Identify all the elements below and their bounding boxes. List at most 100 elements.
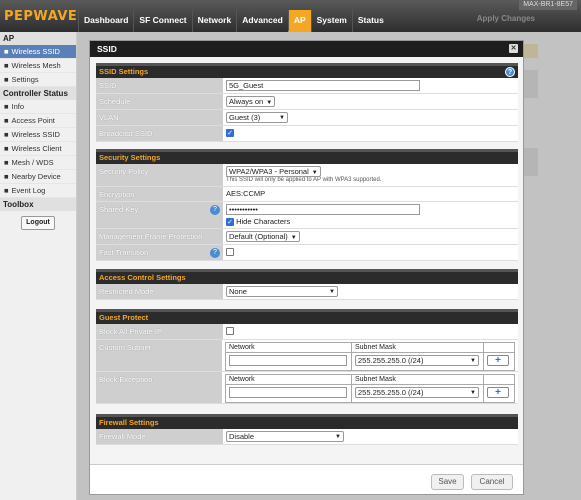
close-icon[interactable]: ✕ xyxy=(509,44,518,53)
cancel-button[interactable]: Cancel xyxy=(471,474,513,490)
restricted-mode-label: Restricted Mode xyxy=(96,284,223,299)
chevron-down-icon: ▼ xyxy=(335,434,341,440)
firewall-mode-select[interactable]: Disable ▼ xyxy=(226,431,344,442)
block-exception-table: Network Subnet Mask 255.255.255.0 (/24) ▼… xyxy=(225,374,515,403)
sidebar-item-nearby-device[interactable]: ■ Nearby Device xyxy=(0,170,76,184)
top-header: PEPWAVE MAX-BR1-8E57 Dashboard SF Connec… xyxy=(0,0,581,32)
guest-protect-section: Guest Protect Block All Private IP Custo… xyxy=(96,309,518,404)
help-icon[interactable]: ? xyxy=(210,248,220,258)
sidebar-item-wireless-client[interactable]: ■ Wireless Client xyxy=(0,142,76,156)
shared-key-row: Shared Key? ••••••••••• ✓ Hide Character… xyxy=(96,202,518,229)
save-button[interactable]: Save xyxy=(431,474,464,490)
sidebar-item-access-point[interactable]: ■ Access Point xyxy=(0,114,76,128)
logout-button[interactable]: Logout xyxy=(21,216,55,230)
chevron-down-icon: ▼ xyxy=(311,170,318,176)
add-exception-button[interactable]: + xyxy=(487,387,509,398)
nav-system[interactable]: System xyxy=(310,10,352,32)
broadcast-ssid-checkbox[interactable]: ✓ xyxy=(226,129,234,138)
firewall-mode-label: Firewall Mode xyxy=(96,429,223,444)
restricted-mode-select[interactable]: None ▼ xyxy=(226,286,338,297)
apply-changes-button[interactable]: Apply Changes xyxy=(477,14,535,23)
schedule-select[interactable]: Always on ▼ xyxy=(226,96,276,107)
broadcast-row: Broadcast SSID ✓ xyxy=(96,126,518,142)
col-subnet-mask: Subnet Mask xyxy=(352,343,483,353)
main-nav: Dashboard SF Connect Network Advanced AP… xyxy=(78,10,389,32)
sidebar: AP ■ Wireless SSID ■ Wireless Mesh ■ Settin… xyxy=(0,32,77,500)
sidebar-item-wireless-ssid[interactable]: ■ Wireless SSID xyxy=(0,45,76,59)
sidebar-head-ap: AP xyxy=(0,32,76,45)
hide-characters-checkbox[interactable]: ✓ xyxy=(226,218,234,227)
col-network: Network xyxy=(226,375,351,385)
chevron-down-icon: ▼ xyxy=(279,115,285,121)
ssid-input[interactable]: 5G_Guest xyxy=(226,80,420,91)
section-heading: Security Settings xyxy=(96,149,518,164)
schedule-row: Schedule Always on ▼ xyxy=(96,94,518,110)
block-exception-row: Block Exception Network Subnet Mask 255.… xyxy=(96,372,518,404)
nav-sf-connect[interactable]: SF Connect xyxy=(133,10,191,32)
exception-mask-select[interactable]: 255.255.255.0 (/24) ▼ xyxy=(355,387,479,398)
custom-subnet-row: Custom Subnet Network Subnet Mask 255.25… xyxy=(96,340,518,372)
section-heading: Guest Protect xyxy=(96,309,518,324)
chevron-down-icon: ▼ xyxy=(470,358,476,364)
help-icon[interactable]: ? xyxy=(505,67,515,77)
block-private-ip-checkbox[interactable] xyxy=(226,327,234,336)
nav-status[interactable]: Status xyxy=(351,10,389,32)
sidebar-head-controller: Controller Status xyxy=(0,87,76,100)
mfp-label: Management Frame Protection xyxy=(96,229,223,244)
schedule-label: Schedule xyxy=(96,94,223,109)
shared-key-label: Shared Key? xyxy=(96,202,223,228)
nav-ap[interactable]: AP xyxy=(287,10,311,32)
firewall-mode-row: Firewall Mode Disable ▼ xyxy=(96,429,518,445)
block-private-ip-label: Block All Private IP xyxy=(96,324,223,339)
add-subnet-button[interactable]: + xyxy=(487,355,509,366)
col-network: Network xyxy=(226,343,351,353)
vlan-row: VLAN Guest (3) ▼ xyxy=(96,110,518,126)
mfp-select[interactable]: Default (Optional) ▼ xyxy=(226,231,300,242)
encryption-label: Encryption xyxy=(96,187,223,201)
exception-network-input[interactable] xyxy=(229,387,347,398)
chevron-down-icon: ▼ xyxy=(470,390,476,396)
fast-transition-row: Fast Transition? xyxy=(96,245,518,261)
dialog-title-bar: SSID ✕ xyxy=(90,41,523,57)
security-policy-row: Security Policy WPA2/WPA3 - Personal ▼ Th… xyxy=(96,164,518,187)
access-control-section: Access Control Settings Restricted Mode … xyxy=(96,269,518,300)
subnet-network-input[interactable] xyxy=(229,355,347,366)
ssid-dialog: SSID ✕ SSID Settings ? SSID 5G_Guest Sch… xyxy=(89,40,524,495)
dialog-title: SSID xyxy=(97,44,117,54)
security-settings-section: Security Settings Security Policy WPA2/W… xyxy=(96,149,518,261)
vlan-select[interactable]: Guest (3) ▼ xyxy=(226,112,288,123)
chevron-down-icon: ▼ xyxy=(290,235,297,241)
nav-dashboard[interactable]: Dashboard xyxy=(78,10,133,32)
fast-transition-label: Fast Transition? xyxy=(96,245,223,260)
ssid-label: SSID xyxy=(96,78,223,93)
device-name: MAX-BR1-8E57 xyxy=(519,0,577,10)
custom-subnet-table: Network Subnet Mask 255.255.255.0 (/24) ▼… xyxy=(225,342,515,371)
block-private-ip-row: Block All Private IP xyxy=(96,324,518,340)
sidebar-item-wireless-mesh[interactable]: ■ Wireless Mesh xyxy=(0,59,76,73)
sidebar-head-toolbox: Toolbox xyxy=(0,198,76,211)
encryption-value: AES:CCMP xyxy=(223,187,518,201)
nav-advanced[interactable]: Advanced xyxy=(236,10,288,32)
vlan-label: VLAN xyxy=(96,110,223,125)
sidebar-item-event-log[interactable]: ■ Event Log xyxy=(0,184,76,198)
ssid-row: SSID 5G_Guest xyxy=(96,78,518,94)
custom-subnet-label: Custom Subnet xyxy=(96,340,222,371)
sidebar-item-info[interactable]: ■ Info xyxy=(0,100,76,114)
section-heading: Firewall Settings xyxy=(96,414,518,429)
encryption-row: Encryption AES:CCMP xyxy=(96,187,518,202)
sidebar-item-settings[interactable]: ■ Settings xyxy=(0,73,76,87)
sidebar-item-mesh-wds[interactable]: ■ Mesh / WDS xyxy=(0,156,76,170)
shared-key-input[interactable]: ••••••••••• xyxy=(226,204,420,215)
security-policy-label: Security Policy xyxy=(96,164,223,186)
dialog-footer: Save Cancel xyxy=(90,464,523,494)
chevron-down-icon: ▼ xyxy=(329,289,335,295)
sidebar-item-status-wireless-ssid[interactable]: ■ Wireless SSID xyxy=(0,128,76,142)
nav-network[interactable]: Network xyxy=(191,10,237,32)
brand-logo: PEPWAVE xyxy=(4,9,78,24)
security-policy-select[interactable]: WPA2/WPA3 - Personal ▼ xyxy=(226,166,321,177)
block-exception-label: Block Exception xyxy=(96,372,222,403)
fast-transition-checkbox[interactable] xyxy=(226,248,234,257)
help-icon[interactable]: ? xyxy=(210,205,220,215)
subnet-mask-select[interactable]: 255.255.255.0 (/24) ▼ xyxy=(355,355,479,366)
section-heading: Access Control Settings xyxy=(96,269,518,284)
